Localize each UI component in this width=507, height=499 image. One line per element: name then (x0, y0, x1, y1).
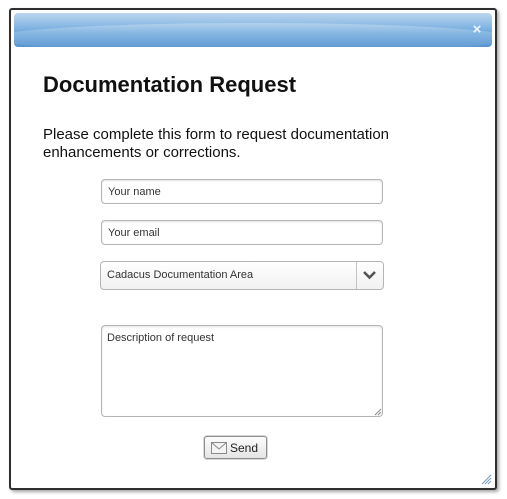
name-input[interactable] (101, 179, 383, 204)
select-dropdown-button[interactable] (356, 262, 383, 289)
dialog-resize-grip-icon[interactable] (480, 473, 492, 485)
dialog-titlebar[interactable]: × (14, 13, 492, 47)
dialog-heading: Documentation Request (43, 72, 297, 97)
documentation-area-selected: Cadacus Documentation Area (107, 269, 254, 281)
intro-text: Please complete this form to request doc… (43, 126, 390, 161)
envelope-icon (211, 442, 227, 454)
documentation-request-dialog: × Documentation Request Please complete … (9, 8, 497, 490)
email-input[interactable] (101, 220, 383, 245)
description-textarea[interactable] (101, 325, 383, 417)
textarea-resize-grip-icon[interactable] (374, 408, 382, 416)
chevron-down-icon (363, 271, 376, 280)
documentation-area-select[interactable]: Cadacus Documentation Area (100, 261, 384, 290)
close-icon[interactable]: × (469, 22, 485, 38)
send-button[interactable]: Send (204, 436, 267, 459)
send-label: Send (230, 441, 259, 455)
titlebar-sheen (14, 23, 492, 47)
